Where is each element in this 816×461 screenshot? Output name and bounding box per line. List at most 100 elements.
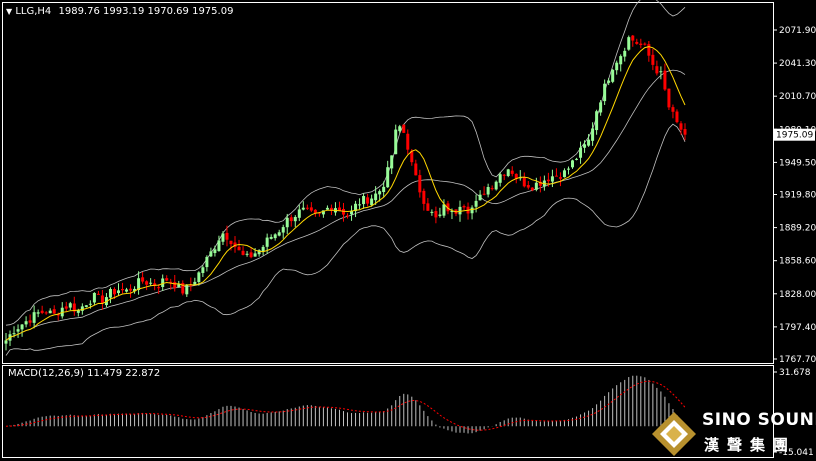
candle-body (390, 155, 394, 169)
candle-body (615, 62, 619, 71)
candle-body (402, 124, 406, 133)
candle-body (554, 175, 558, 177)
candle-body (221, 233, 225, 242)
chart-window[interactable]: 2071.902041.302010.701980.101949.501919.… (0, 0, 816, 461)
candle-body (225, 232, 229, 240)
candle-body (675, 111, 679, 123)
candle-body (96, 293, 100, 295)
candle-body (667, 88, 671, 108)
candle-body (506, 169, 510, 176)
candle-body (165, 278, 169, 281)
price-tick-label: 2041.30 (779, 59, 816, 69)
candle-body (398, 126, 402, 132)
candle-body (209, 251, 213, 257)
candle-body (185, 284, 189, 295)
upper-band (5, 0, 686, 326)
candle-body (607, 80, 611, 83)
candle-body (651, 54, 655, 65)
candle-body (4, 340, 8, 344)
candle-body (683, 129, 687, 135)
candle-body (297, 209, 301, 218)
candle-body (671, 107, 675, 112)
candle-body (562, 170, 566, 178)
price-chart[interactable]: 2071.902041.302010.701980.101949.501919.… (0, 0, 816, 461)
candle-body (474, 200, 478, 207)
candle-body (116, 290, 120, 294)
candle-body (325, 207, 329, 210)
candle-body (285, 217, 289, 228)
candle-body (386, 167, 390, 188)
candle-body (108, 289, 112, 298)
logo-chinese: 漢聲集團 (704, 436, 797, 454)
chart-header: ▼ LLG,H4 1989.76 1993.19 1970.69 1975.09 (6, 6, 233, 18)
candle-body (157, 287, 161, 289)
candles (4, 34, 687, 351)
candle-body (40, 310, 44, 313)
candle-body (603, 83, 607, 102)
candle-body (362, 196, 366, 205)
candle-body (309, 207, 313, 211)
ma-line (5, 46, 686, 341)
candle-body (249, 252, 253, 258)
candle-body (305, 207, 309, 209)
candle-body (52, 309, 56, 314)
candle-body (575, 158, 579, 160)
price-tick-label: 1919.80 (779, 191, 816, 201)
candle-body (522, 177, 526, 187)
candle-body (289, 217, 293, 222)
current-price-label: 1975.09 (776, 131, 813, 141)
price-tick-label: 1828.00 (779, 290, 816, 300)
candle-body (430, 211, 434, 213)
candle-body (414, 163, 418, 176)
candle-body (64, 306, 68, 309)
candle-body (382, 186, 386, 192)
symbol-dropdown-icon[interactable]: ▼ (6, 7, 12, 16)
candle-body (470, 207, 474, 214)
candle-body (482, 193, 486, 195)
candle-body (418, 175, 422, 193)
candle-body (558, 177, 562, 179)
macd-signal-line (5, 380, 686, 431)
candle-body (534, 182, 538, 190)
candle-body (643, 43, 647, 45)
sino-sound-logo: SINO SOUND 漢聲集團 (648, 408, 816, 460)
candle-body (100, 295, 104, 304)
macd-tick-label: 31.678 (779, 368, 811, 378)
price-tick-label: 1889.20 (779, 224, 816, 234)
candle-body (458, 206, 462, 215)
diamond-logo-icon (652, 412, 696, 456)
price-tick-label: 1949.50 (779, 158, 816, 168)
candle-body (358, 204, 362, 206)
candle-body (24, 321, 28, 325)
candle-body (526, 185, 530, 188)
price-tick-label: 1797.40 (779, 323, 816, 333)
candle-body (571, 160, 575, 168)
price-tick-label: 1858.60 (779, 257, 816, 267)
candle-body (125, 289, 129, 292)
candle-body (583, 144, 587, 148)
candle-body (635, 41, 639, 44)
candle-body (611, 69, 615, 82)
candle-body (478, 194, 482, 201)
candle-body (374, 193, 378, 201)
logo-english: SINO SOUND (702, 410, 816, 430)
candle-body (627, 37, 631, 50)
candle-body (253, 253, 257, 257)
candle-body (213, 249, 217, 254)
candle-body (28, 320, 32, 323)
candle-body (281, 227, 285, 233)
candle-body (550, 176, 554, 182)
candle-body (566, 168, 570, 170)
candle-body (647, 44, 651, 56)
price-tick-label: 2071.90 (779, 26, 816, 36)
candle-body (173, 281, 177, 289)
candle-body (502, 174, 506, 176)
macd-label: MACD(12,26,9) 11.479 22.872 (8, 368, 161, 379)
candle-body (16, 329, 20, 332)
candle-body (438, 214, 442, 216)
candle-body (84, 305, 88, 307)
candle-body (530, 187, 534, 191)
candle-body (546, 179, 550, 182)
candle-body (112, 289, 116, 295)
candle-body (426, 203, 430, 211)
